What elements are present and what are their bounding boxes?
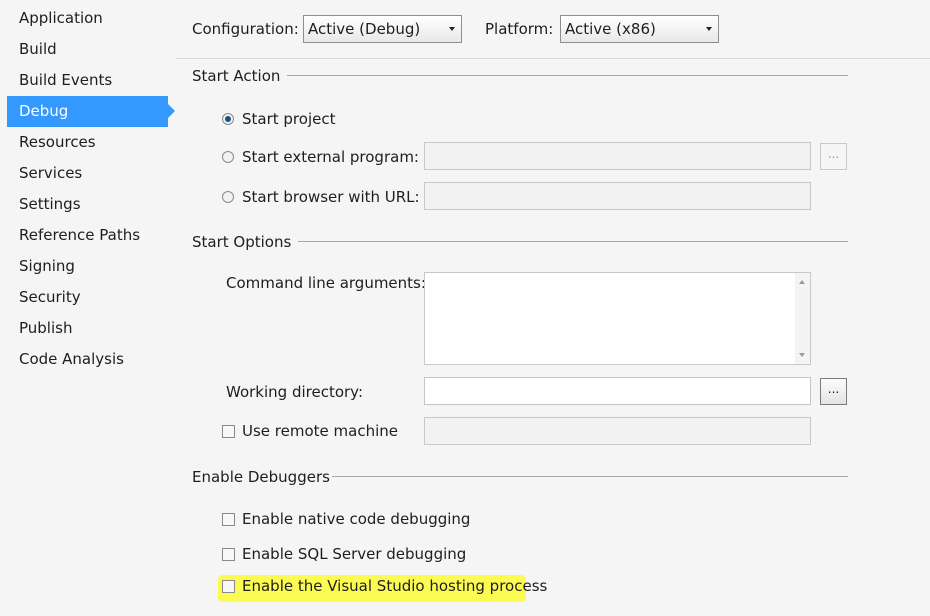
- external-program-input[interactable]: [424, 142, 811, 170]
- sidebar-item-signing[interactable]: Signing: [7, 251, 168, 282]
- start-browser-url-radio[interactable]: [222, 191, 234, 203]
- chevron-down-icon: [449, 27, 455, 31]
- chevron-down-icon: [706, 27, 712, 31]
- working-directory-browse-button[interactable]: ...: [820, 378, 847, 405]
- sidebar-nav: Application Build Build Events Debug Res…: [0, 0, 176, 616]
- sidebar-item-resources[interactable]: Resources: [7, 127, 168, 158]
- platform-label: Platform:: [485, 20, 554, 38]
- configuration-value: Active (Debug): [308, 20, 421, 38]
- sidebar-item-settings[interactable]: Settings: [7, 189, 168, 220]
- start-project-label[interactable]: Start project: [242, 110, 335, 128]
- start-action-heading: Start Action: [192, 67, 281, 85]
- command-line-scrollbar[interactable]: [795, 273, 810, 364]
- debug-settings-panel: Configuration: Active (Debug) Platform: …: [176, 0, 930, 616]
- platform-dropdown[interactable]: Active (x86): [560, 15, 719, 43]
- hosting-process-label[interactable]: Enable the Visual Studio hosting process: [242, 577, 547, 595]
- start-options-heading: Start Options: [192, 233, 292, 251]
- header-divider: [176, 58, 930, 59]
- sidebar-item-publish[interactable]: Publish: [7, 313, 168, 344]
- scroll-up-icon[interactable]: [799, 280, 805, 284]
- command-line-arguments-label: Command line arguments:: [226, 274, 426, 292]
- sidebar-item-application[interactable]: Application: [7, 3, 168, 34]
- configuration-label: Configuration:: [192, 20, 299, 38]
- sidebar-item-security[interactable]: Security: [7, 282, 168, 313]
- configuration-dropdown[interactable]: Active (Debug): [303, 15, 462, 43]
- use-remote-machine-checkbox[interactable]: [222, 425, 235, 438]
- scroll-down-icon[interactable]: [799, 353, 805, 357]
- sidebar-item-services[interactable]: Services: [7, 158, 168, 189]
- native-code-debugging-checkbox[interactable]: [222, 513, 235, 526]
- start-browser-url-label[interactable]: Start browser with URL:: [242, 188, 420, 206]
- sql-server-debugging-checkbox[interactable]: [222, 548, 235, 561]
- external-program-browse-button[interactable]: ...: [820, 143, 847, 170]
- start-options-divider: [298, 241, 848, 242]
- platform-value: Active (x86): [565, 20, 656, 38]
- working-directory-label: Working directory:: [226, 383, 364, 401]
- sidebar-item-reference-paths[interactable]: Reference Paths: [7, 220, 168, 251]
- hosting-process-checkbox[interactable]: [222, 580, 235, 593]
- working-directory-input[interactable]: [424, 377, 811, 405]
- sidebar-item-debug[interactable]: Debug: [7, 96, 175, 127]
- browser-url-input[interactable]: [424, 182, 811, 210]
- sql-server-debugging-label[interactable]: Enable SQL Server debugging: [242, 545, 466, 563]
- enable-debuggers-heading: Enable Debuggers: [192, 468, 330, 486]
- command-line-arguments-input[interactable]: [424, 272, 811, 365]
- sidebar-item-build-events[interactable]: Build Events: [7, 65, 168, 96]
- remote-machine-input[interactable]: [424, 417, 811, 445]
- sidebar-item-code-analysis[interactable]: Code Analysis: [7, 344, 168, 375]
- enable-debuggers-divider: [332, 476, 848, 477]
- start-external-program-radio[interactable]: [222, 151, 234, 163]
- use-remote-machine-label[interactable]: Use remote machine: [242, 422, 398, 440]
- start-action-divider: [287, 75, 848, 76]
- start-project-radio[interactable]: [222, 113, 234, 125]
- native-code-debugging-label[interactable]: Enable native code debugging: [242, 510, 470, 528]
- sidebar-item-build[interactable]: Build: [7, 34, 168, 65]
- start-external-program-label[interactable]: Start external program:: [242, 148, 419, 166]
